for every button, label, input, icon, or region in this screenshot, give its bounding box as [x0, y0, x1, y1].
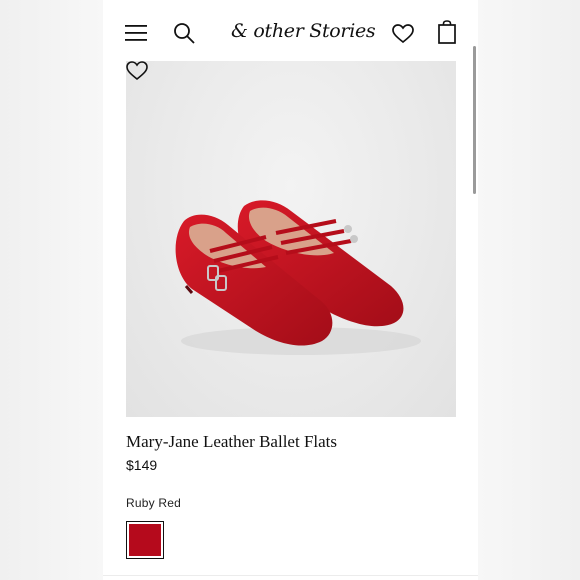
color-swatch-ruby-red[interactable]	[126, 521, 164, 559]
wishlist-heart-icon[interactable]	[126, 61, 148, 81]
shoes-illustration	[175, 200, 421, 355]
product-price: $149	[126, 457, 158, 473]
background-right	[478, 0, 580, 580]
shopping-bag-icon[interactable]	[438, 20, 456, 44]
product-title: Mary-Jane Leather Ballet Flats	[126, 432, 338, 451]
product-image[interactable]	[126, 61, 456, 417]
site-header: & other Stories	[103, 0, 478, 62]
mobile-page: & other Stories Mary-Jane Leather Ballet…	[103, 0, 478, 580]
swatch-fill	[129, 524, 161, 556]
background-left	[0, 0, 103, 580]
heart-icon[interactable]	[392, 24, 414, 44]
brand-logo[interactable]: & other Stories	[231, 20, 376, 46]
color-name: Ruby Red	[126, 496, 181, 510]
divider	[103, 575, 478, 576]
search-icon[interactable]	[173, 22, 195, 44]
menu-icon[interactable]	[125, 24, 147, 42]
scrollbar[interactable]	[473, 46, 476, 194]
